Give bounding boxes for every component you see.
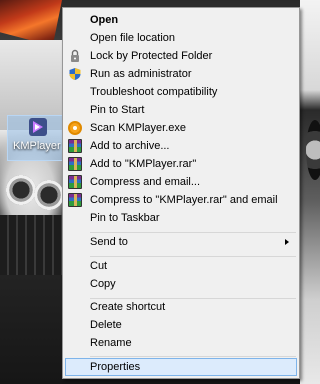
menu-item-label: Add to archive... bbox=[90, 140, 170, 152]
wallpaper-diffuser bbox=[0, 215, 62, 275]
menu-item-create-shortcut[interactable]: Create shortcut bbox=[65, 298, 297, 316]
menu-item-label: Scan KMPlayer.exe bbox=[90, 122, 186, 134]
menu-item-label: Open bbox=[90, 14, 119, 26]
menu-item-label: Rename bbox=[90, 337, 132, 349]
lock-icon bbox=[71, 49, 79, 62]
menu-item-send-to[interactable]: Send to bbox=[65, 233, 297, 251]
menu-item-label: Delete bbox=[90, 319, 122, 331]
menu-item-pin-to-start[interactable]: Pin to Start bbox=[65, 101, 297, 119]
menu-item-label: Lock by Protected Folder bbox=[90, 50, 213, 62]
menu-item-label: Properties bbox=[90, 361, 141, 373]
menu-item-label: Run as administrator bbox=[90, 68, 192, 80]
menu-item-open-file-location[interactable]: Open file location bbox=[65, 29, 297, 47]
menu-item-label: Add to "KMPlayer.rar" bbox=[90, 158, 197, 170]
kmplayer-icon bbox=[29, 118, 47, 136]
menu-item-label: Open file location bbox=[90, 32, 175, 44]
desktop-icon-kmplayer[interactable]: KMPlayer bbox=[7, 115, 65, 161]
winrar-icon bbox=[68, 139, 82, 153]
winrar-icon bbox=[68, 157, 82, 171]
menu-item-label: Copy bbox=[90, 278, 116, 290]
menu-item-add-to-kmplayer-rar[interactable]: Add to "KMPlayer.rar" bbox=[65, 155, 297, 173]
menu-item-open[interactable]: Open bbox=[65, 11, 297, 29]
menu-item-label: Compress and email... bbox=[90, 176, 201, 188]
menu-item-troubleshoot-compatibility[interactable]: Troubleshoot compatibility bbox=[65, 83, 297, 101]
menu-item-run-as-administrator[interactable]: Run as administrator bbox=[65, 65, 297, 83]
menu-item-label: Send to bbox=[90, 236, 128, 248]
menu-separator bbox=[90, 356, 296, 357]
winrar-icon bbox=[68, 175, 82, 189]
menu-item-label: Create shortcut bbox=[90, 301, 166, 313]
submenu-arrow-icon bbox=[285, 239, 289, 245]
menu-item-label: Pin to Start bbox=[90, 104, 145, 116]
wallpaper-right-edge bbox=[300, 0, 320, 384]
menu-item-label: Cut bbox=[90, 260, 108, 272]
menu-item-lock-protected-folder[interactable]: Lock by Protected Folder bbox=[65, 47, 297, 65]
menu-item-add-to-archive[interactable]: Add to archive... bbox=[65, 137, 297, 155]
menu-item-label: Troubleshoot compatibility bbox=[90, 86, 218, 98]
menu-item-compress-rar-and-email[interactable]: Compress to "KMPlayer.rar" and email bbox=[65, 191, 297, 209]
antivirus-icon bbox=[68, 121, 82, 135]
menu-item-pin-to-taskbar[interactable]: Pin to Taskbar bbox=[65, 209, 297, 227]
menu-item-scan-kmplayer[interactable]: Scan KMPlayer.exe bbox=[65, 119, 297, 137]
menu-item-delete[interactable]: Delete bbox=[65, 316, 297, 334]
menu-item-label: Compress to "KMPlayer.rar" and email bbox=[90, 194, 278, 206]
wallpaper-exhaust bbox=[6, 175, 36, 205]
menu-item-properties[interactable]: Properties bbox=[65, 358, 297, 376]
winrar-icon bbox=[68, 193, 82, 207]
context-menu: Open Open file location Lock by Protecte… bbox=[62, 7, 300, 379]
shield-icon bbox=[69, 68, 81, 80]
menu-item-label: Pin to Taskbar bbox=[90, 212, 160, 224]
menu-item-compress-and-email[interactable]: Compress and email... bbox=[65, 173, 297, 191]
menu-item-cut[interactable]: Cut bbox=[65, 257, 297, 275]
wallpaper-exhaust bbox=[34, 180, 64, 210]
menu-item-copy[interactable]: Copy bbox=[65, 275, 297, 293]
menu-item-rename[interactable]: Rename bbox=[65, 334, 297, 352]
